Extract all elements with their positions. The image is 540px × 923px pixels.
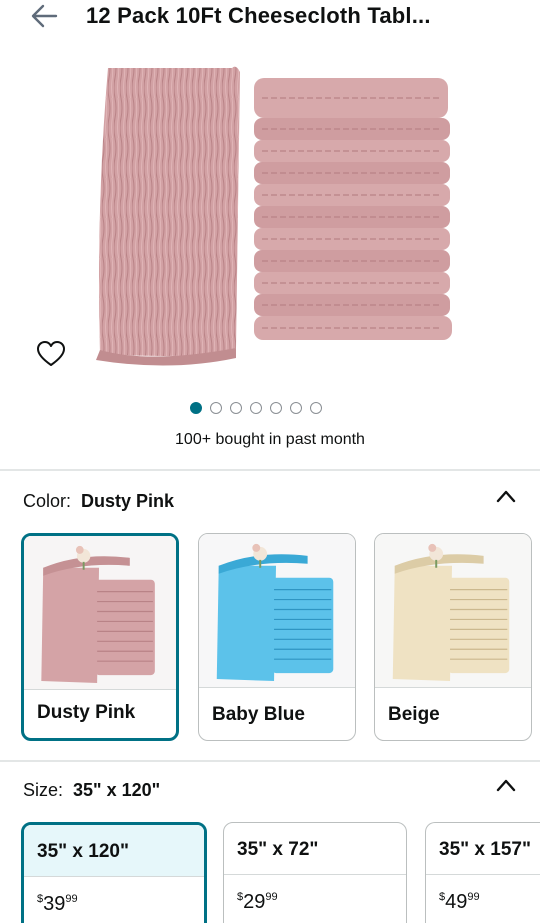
pagination-dot[interactable] (230, 402, 242, 414)
price-fraction: 99 (265, 891, 278, 903)
price-whole: 39 (43, 893, 66, 915)
size-option-label: 35" x 157" (439, 839, 531, 860)
product-title: 12 Pack 10Ft Cheesecloth Tabl... (86, 3, 431, 28)
bought-count: 100+ bought in past month (175, 431, 365, 448)
swatch-image (24, 536, 176, 690)
chevron-up-icon[interactable] (496, 489, 516, 503)
price-fraction: 99 (467, 891, 480, 903)
size-key: Size: (23, 780, 64, 800)
color-value: Dusty Pink (81, 491, 175, 511)
color-option-label: Dusty Pink (37, 702, 136, 723)
size-option-35x157[interactable]: 35" x 157" $4999 (425, 822, 540, 923)
swatch-image (375, 534, 531, 688)
image-pagination[interactable] (190, 402, 322, 416)
pagination-dot[interactable] (250, 402, 262, 414)
size-option-label: 35" x 72" (237, 839, 319, 860)
price-whole: 29 (243, 891, 266, 913)
swatch-image (199, 534, 355, 688)
pagination-dot[interactable] (310, 402, 322, 414)
folded-stack (254, 78, 452, 340)
color-key: Color: (23, 491, 72, 511)
size-option-price: $4999 (439, 891, 480, 914)
color-option-dusty-pink[interactable]: Dusty Pink (21, 533, 179, 741)
size-option-price: $3999 (37, 893, 78, 916)
pagination-dot[interactable] (190, 402, 202, 414)
pagination-dot[interactable] (290, 402, 302, 414)
divider (0, 760, 540, 762)
size-option-35x72[interactable]: 35" x 72" $2999 (223, 822, 407, 923)
size-option-35x120[interactable]: 35" x 120" $3999 (21, 822, 207, 923)
color-label: Color: Dusty Pink (23, 491, 174, 512)
pagination-dot[interactable] (270, 402, 282, 414)
color-option-label: Beige (388, 704, 440, 725)
arrow-left-icon[interactable] (28, 2, 60, 30)
chevron-up-icon[interactable] (496, 778, 516, 792)
price-fraction: 99 (65, 893, 78, 905)
product-image[interactable] (0, 58, 540, 388)
price-whole: 49 (445, 891, 468, 913)
size-label: Size: 35" x 120" (23, 780, 160, 801)
heart-icon[interactable] (36, 340, 66, 368)
top-bar: 12 Pack 10Ft Cheesecloth Tabl... (0, 0, 540, 36)
size-option-label: 35" x 120" (37, 841, 129, 862)
color-option-label: Baby Blue (212, 704, 305, 725)
divider (0, 469, 540, 471)
size-value: 35" x 120" (73, 780, 161, 800)
color-option-beige[interactable]: Beige (374, 533, 532, 741)
color-option-baby-blue[interactable]: Baby Blue (198, 533, 356, 741)
pagination-dot[interactable] (210, 402, 222, 414)
size-option-price: $2999 (237, 891, 278, 914)
